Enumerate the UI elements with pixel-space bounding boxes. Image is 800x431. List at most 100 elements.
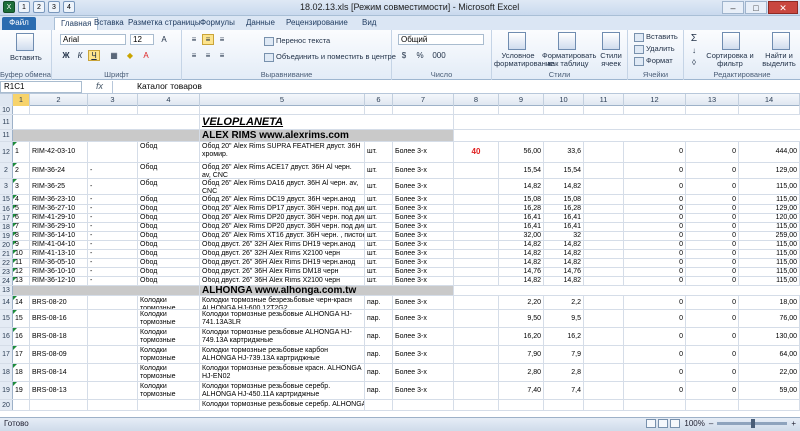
cell[interactable]: 444,00 [739,142,800,162]
cell[interactable]: шт. [365,241,393,249]
cell[interactable]: - [88,195,138,204]
currency-icon[interactable]: $ [398,50,410,61]
column-header[interactable]: 7 [393,94,454,106]
cell[interactable]: 4 [13,195,30,204]
column-header[interactable]: 2 [30,94,88,106]
cell[interactable] [584,195,624,204]
cell[interactable]: RIM-41-13-10 [30,250,88,258]
close-button[interactable]: ✕ [768,1,798,14]
cell[interactable]: Более 3-х [393,223,454,231]
cell[interactable] [584,328,624,345]
qat-key-3[interactable]: 3 [48,1,60,13]
cell[interactable] [454,205,499,213]
percent-button[interactable]: % [414,50,426,61]
cell[interactable]: Обод двуст. 26" 32Н Alex Rims DH19 черн.… [200,241,365,249]
cell[interactable]: 1 [13,142,30,162]
cell[interactable]: 130,00 [739,328,800,345]
cell[interactable]: пар. [365,364,393,381]
cell[interactable]: - [88,259,138,267]
cell[interactable]: 16,28 [499,205,544,213]
cell[interactable] [454,328,499,345]
cell[interactable]: - [88,179,138,194]
cell[interactable]: 0 [624,346,686,363]
cell[interactable]: 16,41 [499,214,544,222]
worksheet-grid[interactable]: 10 11 VELOPLANETA 11 ALEX RIMS www.alexrims.… [0,106,800,417]
number-format-select[interactable]: Общий [398,34,484,45]
cell[interactable]: 16,41 [544,214,584,222]
cell[interactable]: 15,54 [544,163,584,178]
cell[interactable]: 129,00 [739,163,800,178]
conditional-format-button[interactable]: Условное форматирование [494,52,554,68]
row-header[interactable]: 23 [0,268,13,276]
cell[interactable]: BRS-08-09 [30,346,88,363]
autosum-button[interactable]: Σ [688,33,700,44]
cell[interactable]: 0 [686,382,739,399]
cell[interactable] [454,223,499,231]
cell[interactable]: 64,00 [739,346,800,363]
row-header[interactable]: 21 [0,250,13,258]
cell[interactable]: Колодки тормозные резьбовые серебр. ALHO… [200,400,365,410]
cell[interactable]: 11 [13,259,30,267]
cell[interactable]: Колодки тормозные [138,296,200,309]
cell[interactable] [454,179,499,194]
cell[interactable]: Обод [138,142,200,162]
cell[interactable]: 0 [686,296,739,309]
row-header[interactable]: 11 [0,115,13,129]
row-header[interactable]: 16 [0,205,13,213]
cell[interactable]: RIM-36-29-10 [30,223,88,231]
cell[interactable]: Обод [138,214,200,222]
cell[interactable]: - [88,268,138,276]
align-center-icon[interactable]: ≡ [202,50,214,61]
align-middle-icon[interactable]: ≡ [202,34,214,45]
align-bottom-icon[interactable]: ≡ [216,34,228,45]
row-header[interactable]: 19 [0,232,13,240]
cell[interactable] [584,179,624,194]
cell[interactable]: 13 [13,277,30,285]
cell[interactable]: Колодки тормозные [138,382,200,399]
cell[interactable]: Обод [138,259,200,267]
cell[interactable]: 2,2 [544,296,584,309]
cell[interactable]: 14,82 [544,179,584,194]
cell[interactable]: 0 [624,205,686,213]
column-header[interactable]: 10 [544,94,584,106]
cell[interactable]: 8 [13,232,30,240]
cell[interactable]: Более 3-х [393,163,454,178]
cell[interactable]: 56,00 [499,142,544,162]
cell[interactable]: 15,08 [544,195,584,204]
cell[interactable]: 40 [454,142,499,162]
find-select-button[interactable]: Найти и выделить [758,52,800,68]
cell[interactable]: Более 3-х [393,241,454,249]
cell[interactable]: Колодки тормозные резьбовые карбон ALHON… [200,346,365,363]
cell[interactable]: 12 [13,268,30,276]
font-name-select[interactable]: Arial [60,34,126,45]
cell[interactable]: BRS-08-18 [30,328,88,345]
tab-view[interactable]: Вид [362,17,376,30]
row-header[interactable]: 20 [0,241,13,249]
cell[interactable]: 115,00 [739,277,800,285]
cell[interactable] [624,400,686,410]
cell[interactable]: 18 [13,364,30,381]
cell[interactable] [88,328,138,345]
cell[interactable] [88,364,138,381]
cell[interactable]: 2 [13,163,30,178]
cell[interactable]: Более 3-х [393,250,454,258]
font-color-icon[interactable]: A [140,50,152,61]
cell[interactable]: Более 3-х [393,195,454,204]
column-header[interactable]: 4 [138,94,200,106]
cell[interactable]: - [88,241,138,249]
cell[interactable]: Обод двуст. 26" 36Н Alex Rims DH19 черн.… [200,259,365,267]
paste-button[interactable]: Вставить [10,53,42,63]
cell[interactable]: шт. [365,163,393,178]
cell[interactable]: 115,00 [739,179,800,194]
cell[interactable]: 9,5 [544,310,584,327]
thousands-button[interactable]: 000 [430,50,448,61]
column-header[interactable]: 12 [624,94,686,106]
brand-title[interactable]: VELOPLANETA [200,115,454,129]
find-select-icon[interactable] [772,32,790,50]
cell[interactable]: 0 [686,364,739,381]
cell[interactable]: 0 [686,346,739,363]
tab-data[interactable]: Данные [246,17,275,30]
cell[interactable]: 259,00 [739,232,800,240]
zoom-slider-thumb[interactable] [751,419,756,428]
cell[interactable]: 129,00 [739,205,800,213]
